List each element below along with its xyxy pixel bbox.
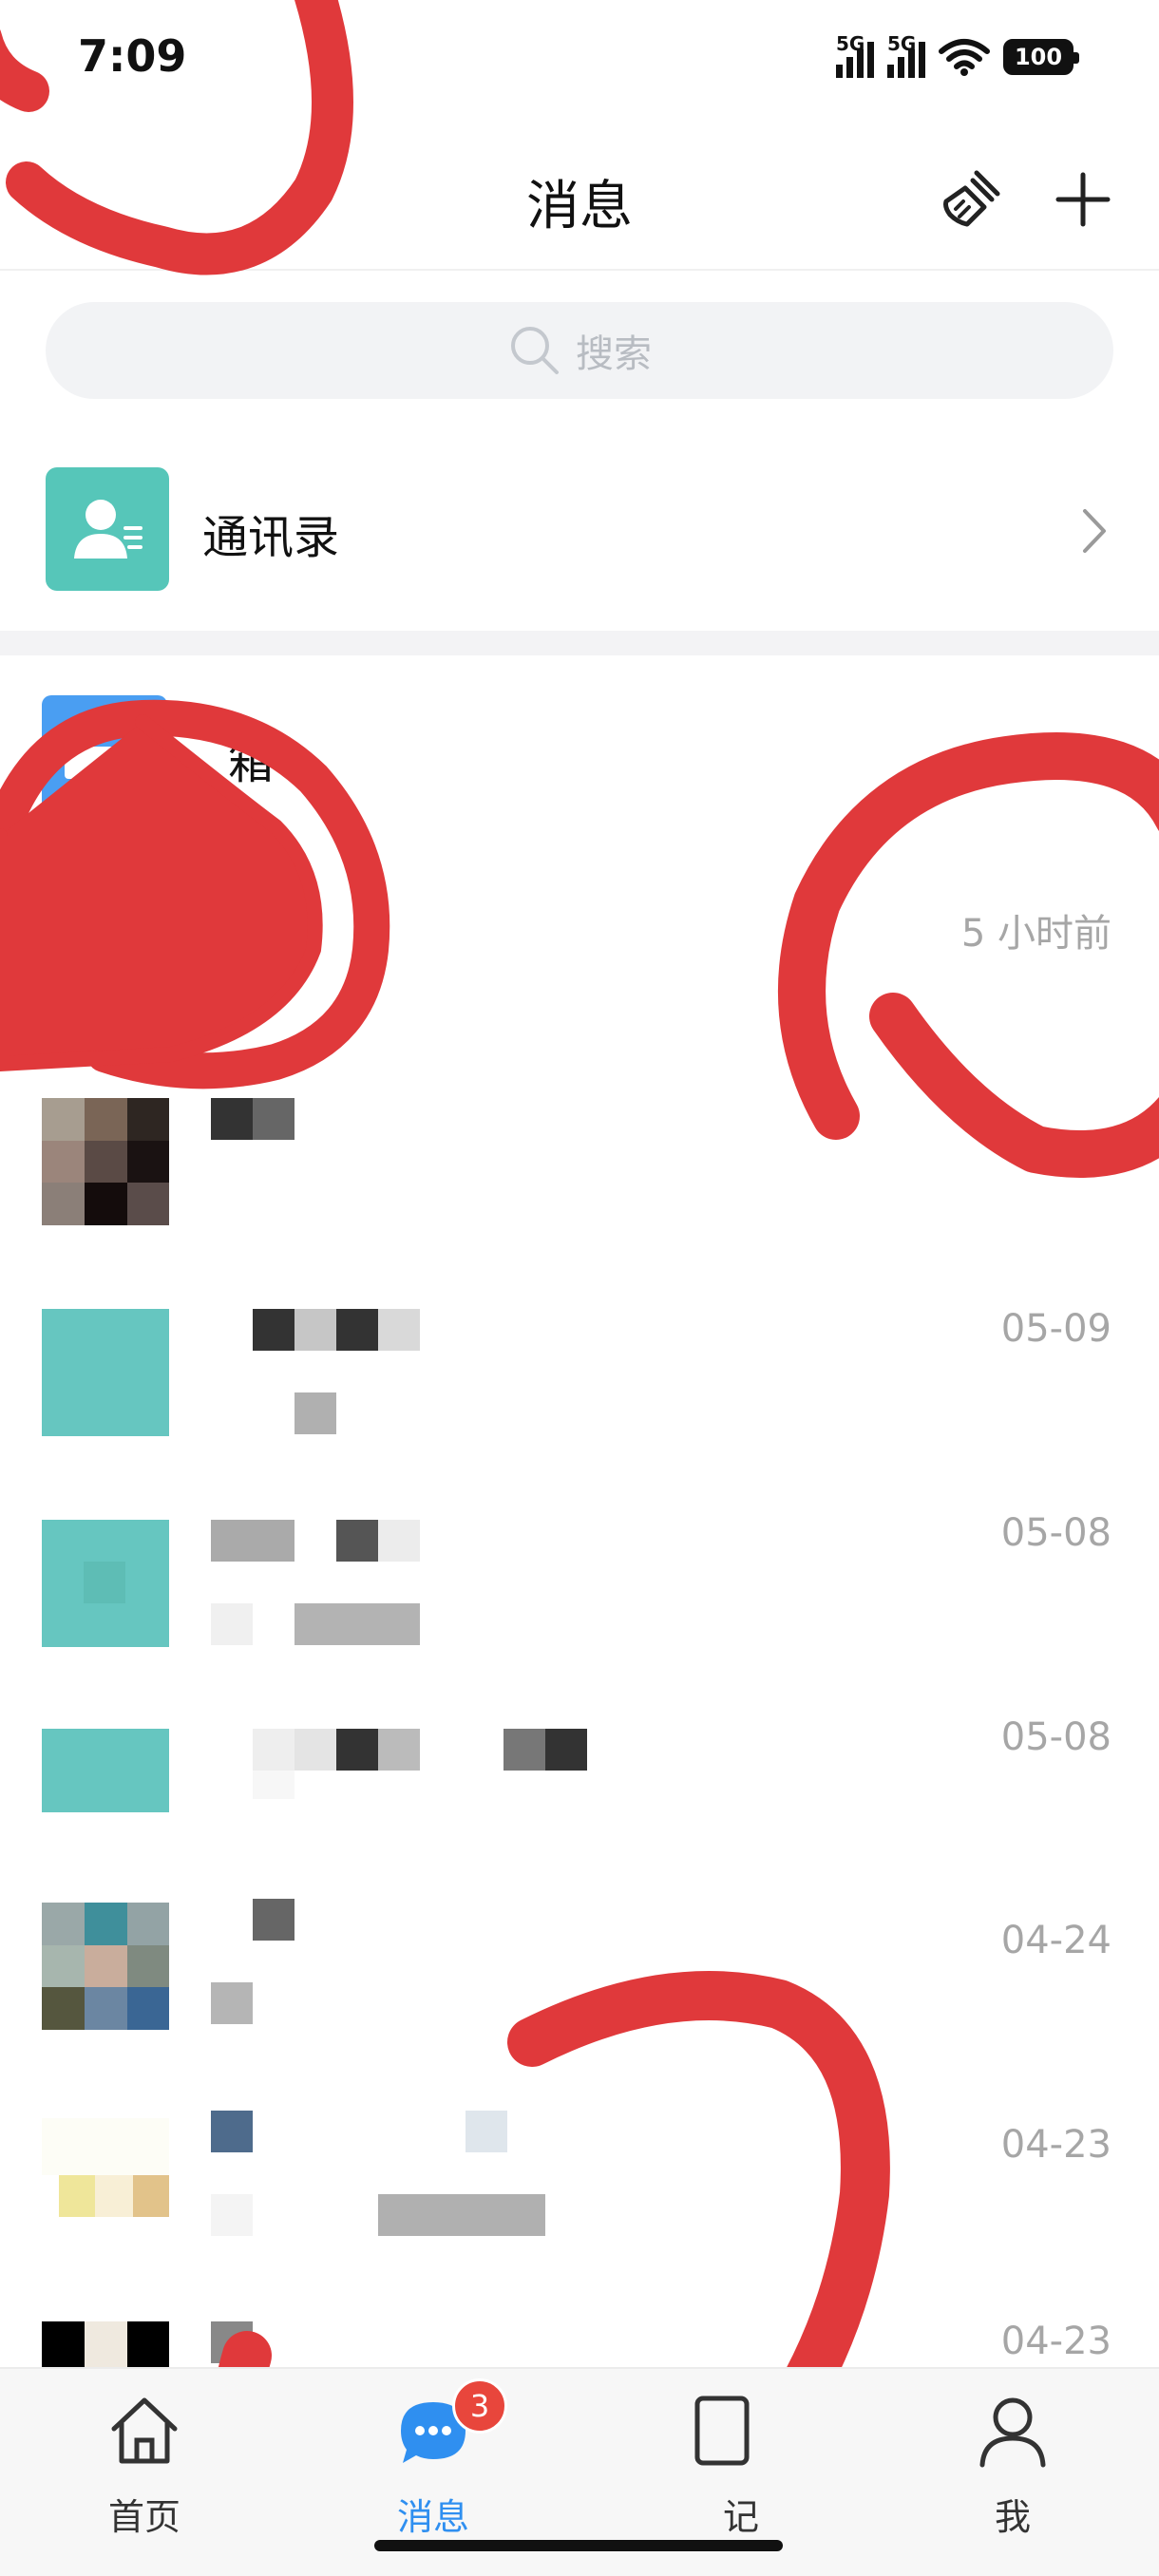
wifi-icon <box>939 39 990 76</box>
nav-notebook[interactable]: 记 <box>627 2388 817 2540</box>
conversation-time: 05-08 <box>1000 1511 1112 1555</box>
nav-me-label: 我 <box>994 2496 1031 2538</box>
home-icon <box>106 2388 182 2473</box>
battery-icon: 100 <box>1003 39 1079 75</box>
contacts-icon <box>46 467 169 591</box>
avatar <box>42 1098 169 1225</box>
nav-messages-label: 消息 <box>396 2496 469 2538</box>
avatar <box>42 2321 169 2367</box>
search-placeholder: 搜索 <box>576 332 652 376</box>
nav-messages[interactable]: 3 消息 <box>338 2378 528 2540</box>
cellular-signal-icon-2: 5G <box>887 32 925 78</box>
notebook-icon <box>684 2388 760 2473</box>
nav-me[interactable]: 我 <box>918 2388 1108 2540</box>
contacts-entry[interactable]: 通讯录 <box>0 456 1159 603</box>
avatar <box>42 1309 169 1436</box>
conversation-item-6[interactable]: 04-24 <box>0 1895 1159 2094</box>
conversation-item-4[interactable]: 05-08 <box>0 1487 1159 1686</box>
home-indicator <box>374 2540 783 2551</box>
conversation-item-1[interactable]: 3 😜 5 小时前 <box>0 855 1159 1054</box>
status-icons: 5G 5G 100 <box>836 28 1079 85</box>
inbox-label: 箱 <box>228 736 275 789</box>
unread-badge: 3 <box>129 878 177 925</box>
avatar <box>42 1903 169 2030</box>
person-icon <box>975 2388 1051 2473</box>
add-button[interactable] <box>1045 161 1121 237</box>
status-bar: 7:09 5G 5G 100 <box>0 0 1159 123</box>
cellular-signal-icon: 5G <box>836 32 874 78</box>
conversation-time: 04-24 <box>1000 1919 1112 1962</box>
avatar <box>42 1520 169 1647</box>
broom-icon <box>943 170 1000 227</box>
search-bar[interactable]: 搜索 <box>46 302 1113 399</box>
inbox-entry[interactable]: 箱 <box>0 682 1159 824</box>
inbox-icon <box>42 695 167 817</box>
chevron-right-icon <box>1083 509 1106 553</box>
clean-button[interactable] <box>933 161 1009 237</box>
search-icon <box>511 327 559 374</box>
conversation-item-5[interactable]: 05-08 <box>0 1691 1159 1890</box>
conversation-time: 5 小时前 <box>960 912 1112 956</box>
conversation-item-2[interactable] <box>0 1073 1159 1273</box>
avatar <box>42 2118 169 2251</box>
conversation-time: 04-23 <box>1000 2123 1112 2167</box>
plus-icon <box>1055 172 1111 227</box>
contacts-label: 通讯录 <box>202 511 340 564</box>
section-divider <box>0 631 1159 655</box>
avatar <box>42 1729 169 1854</box>
status-time: 7:09 <box>78 30 187 82</box>
conversation-item-8[interactable]: 04-23 <box>0 2299 1159 2367</box>
nav-home[interactable]: 首页 <box>49 2388 239 2540</box>
conversation-time: 04-23 <box>1000 2320 1112 2363</box>
emoji-icon: 😜 <box>202 978 237 1016</box>
nav-home-label: 首页 <box>107 2496 180 2538</box>
messages-badge: 3 <box>452 2378 507 2434</box>
header: 消息 <box>0 142 1159 271</box>
conversation-time: 05-08 <box>1000 1715 1112 1759</box>
nav-notebook-label: 记 <box>722 2496 759 2538</box>
conversation-item-3[interactable]: 05-09 <box>0 1282 1159 1482</box>
conversation-item-7[interactable]: 04-23 <box>0 2099 1159 2299</box>
conversation-time: 05-09 <box>1000 1307 1112 1351</box>
